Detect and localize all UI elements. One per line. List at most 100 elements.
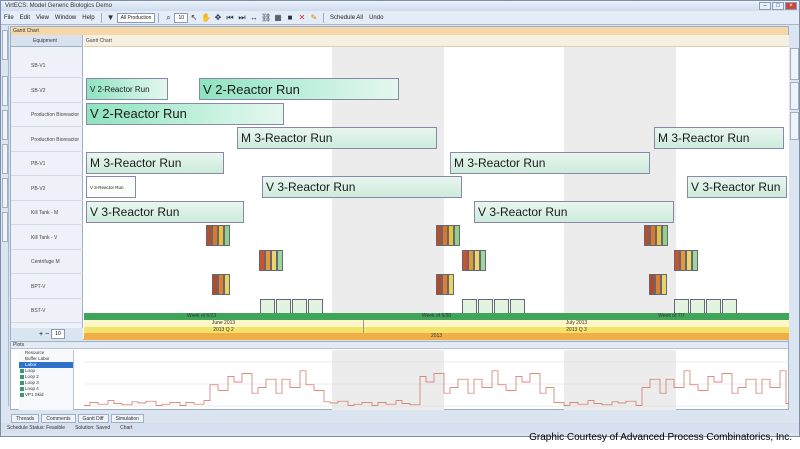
gantt-task-chip[interactable]: [448, 274, 454, 295]
gantt-task-chip[interactable]: [260, 298, 275, 313]
menu-edit[interactable]: Edit: [17, 15, 33, 21]
filter-icon[interactable]: ▼: [106, 13, 116, 23]
gantt-task-chip[interactable]: [454, 225, 460, 246]
legend-swatch: [20, 393, 24, 397]
gantt-task-chip[interactable]: [224, 274, 230, 295]
highlight-icon[interactable]: ✎: [309, 13, 319, 23]
delete-icon[interactable]: ✕: [297, 13, 307, 23]
expand-icon[interactable]: ↔: [249, 13, 259, 23]
side-tab-models[interactable]: [2, 144, 8, 174]
gantt-task-bar[interactable]: V 2-Reactor Run: [86, 102, 284, 125]
month-label: July 2013: [565, 320, 588, 326]
gantt-task-bar[interactable]: V 3-Reactor Run: [262, 176, 462, 198]
maximize-button[interactable]: □: [772, 2, 784, 10]
gantt-task-chip[interactable]: [674, 298, 689, 313]
zoom-level-field[interactable]: 10: [174, 12, 189, 23]
minimize-button[interactable]: –: [759, 2, 771, 10]
tab-comments[interactable]: Comments: [41, 414, 76, 423]
window-title: VirtECS: Model Generic Biologics Demo: [5, 3, 112, 9]
gantt-task-chip[interactable]: [480, 249, 486, 271]
menu-help[interactable]: Help: [79, 15, 97, 21]
hand-icon[interactable]: ✋: [201, 13, 211, 23]
chart-header: Gantt Chart: [84, 35, 789, 47]
link-icon[interactable]: ⛓: [261, 13, 271, 23]
legend-item[interactable]: VP1 Skid: [19, 392, 73, 398]
gantt-task-chip[interactable]: [462, 298, 477, 313]
rows-field[interactable]: 10: [51, 329, 65, 339]
side-tab-history[interactable]: [790, 48, 799, 80]
equipment-row[interactable]: Kill Tank - V: [11, 227, 83, 250]
gantt-task-chip[interactable]: [308, 298, 323, 313]
tab-threads[interactable]: Threads: [11, 414, 40, 423]
pointer-icon[interactable]: ↖: [189, 13, 199, 23]
zoom-in-button[interactable]: +: [39, 331, 43, 338]
equipment-row[interactable]: PB-V2: [11, 178, 83, 201]
equipment-row[interactable]: BPT-V: [11, 276, 83, 299]
gantt-task-chip[interactable]: [692, 249, 698, 271]
side-tab-tasks-detail[interactable]: [790, 82, 799, 110]
month-label: June 2013: [84, 320, 364, 327]
gantt-task-chip[interactable]: [690, 298, 705, 313]
side-tab-project[interactable]: [2, 30, 8, 60]
gantt-task-bar[interactable]: V 3-Reactor Run: [687, 176, 787, 198]
side-tab-recipes[interactable]: [2, 76, 8, 106]
view-selector-dropdown[interactable]: All Production: [116, 12, 156, 23]
gantt-task-bar[interactable]: M 3-Reactor Run: [654, 127, 784, 149]
close-button[interactable]: ×: [785, 2, 797, 10]
legend-label: Loop 2: [25, 374, 39, 379]
gantt-task-bar[interactable]: M 3-Reactor Run: [450, 151, 650, 174]
gantt-task-bar[interactable]: V 2-Reactor Run: [86, 78, 168, 100]
gantt-task-chip[interactable]: [706, 298, 721, 313]
menu-window[interactable]: Window: [52, 15, 79, 21]
gantt-task-chip[interactable]: [276, 298, 291, 313]
week-label: Week of 6/30: [421, 313, 452, 319]
equipment-row[interactable]: Centrifuge M: [11, 251, 83, 274]
gantt-chart-area[interactable]: Gantt Chart V 2-Reactor Run V 2-Reactor R…: [84, 35, 789, 313]
undo-button[interactable]: Undo: [366, 15, 386, 21]
gantt-task-chip[interactable]: [478, 298, 493, 313]
gantt-task-chip[interactable]: [510, 298, 525, 313]
menu-view[interactable]: View: [33, 15, 52, 21]
gantt-task-bar[interactable]: M 3-Reactor Run: [86, 151, 224, 174]
side-tab-assumptions[interactable]: [2, 212, 8, 242]
equipment-controls: + − 10: [11, 328, 83, 340]
gantt-task-chip[interactable]: [722, 298, 737, 313]
timeline-year-row: 2013: [84, 333, 789, 340]
menu-file[interactable]: File: [1, 15, 17, 21]
legend-label: VP1 Skid: [25, 392, 44, 397]
step-back-icon[interactable]: ⏮: [225, 13, 235, 23]
gantt-task-bar[interactable]: V 2-Reactor Run: [199, 78, 399, 100]
tab-simulation[interactable]: Simulation: [110, 414, 144, 423]
side-tab-data-sets[interactable]: [2, 178, 8, 208]
grid-icon[interactable]: ▦: [273, 13, 283, 23]
side-tab-properties[interactable]: [790, 112, 799, 140]
equipment-row[interactable]: SB-V1: [11, 55, 83, 78]
equipment-row[interactable]: Production Bioreactor: [11, 129, 83, 152]
gantt-task-bar[interactable]: V 3-Reactor Run: [86, 176, 136, 198]
labor-plot-svg: 20100: [78, 350, 789, 410]
gantt-task-chip[interactable]: [224, 225, 230, 246]
gantt-task-chip[interactable]: [494, 298, 509, 313]
save-icon[interactable]: ■: [285, 13, 295, 23]
equipment-row[interactable]: Kill Tank - M: [11, 202, 83, 225]
gantt-task-bar[interactable]: V 3-Reactor Run: [86, 200, 244, 223]
gantt-task-chip[interactable]: [661, 274, 667, 295]
gantt-task-bar[interactable]: M 3-Reactor Run: [237, 127, 437, 149]
tab-gantt-diff[interactable]: Gantt Diff: [77, 414, 109, 423]
schedule-all-button[interactable]: Schedule All: [327, 15, 366, 21]
toolbar-separator: [100, 12, 102, 23]
zoom-out-button[interactable]: −: [45, 331, 49, 338]
equipment-row[interactable]: Production Bioreactor: [11, 104, 83, 127]
move-icon[interactable]: ✥: [213, 13, 223, 23]
step-forward-icon[interactable]: ⏭: [237, 13, 247, 23]
gantt-task-bar[interactable]: V 3-Reactor Run: [474, 200, 674, 223]
labor-plot[interactable]: 20100: [78, 350, 789, 410]
side-tab-orders[interactable]: [2, 110, 8, 140]
equipment-row[interactable]: PB-V1: [11, 153, 83, 176]
zoom-icon[interactable]: ⌕: [163, 13, 173, 23]
gantt-task-chip[interactable]: [277, 249, 283, 271]
equipment-row[interactable]: BST-V: [11, 300, 83, 323]
gantt-task-chip[interactable]: [292, 298, 307, 313]
equipment-row[interactable]: SB-V2: [11, 80, 83, 103]
gantt-task-chip[interactable]: [662, 225, 668, 246]
